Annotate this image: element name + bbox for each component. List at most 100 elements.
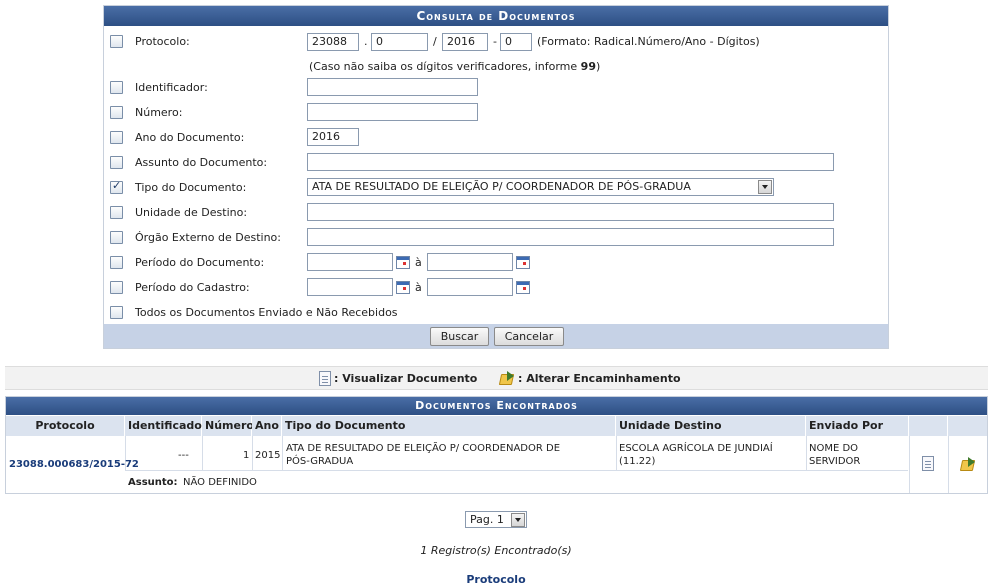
identificador-input[interactable]: [307, 78, 478, 96]
orgao-externo-input[interactable]: [307, 228, 834, 246]
document-icon: [319, 371, 331, 386]
cell-enviado-por: NOME DO SERVIDOR: [809, 443, 861, 467]
page-select[interactable]: Pag. 1: [465, 511, 527, 528]
protocolo-footer-link[interactable]: Protocolo: [0, 573, 992, 586]
identificador-checkbox[interactable]: [110, 81, 123, 94]
row-identificador: Identificador:: [104, 77, 888, 99]
forward-icon[interactable]: [961, 457, 976, 471]
cell-identificador: ---: [178, 450, 189, 461]
periodo-documento-label: Período do Documento:: [135, 256, 265, 269]
col-protocolo: Protocolo: [6, 416, 125, 436]
assunto-label: Assunto:: [128, 477, 178, 488]
tipo-label: Tipo do Documento:: [135, 181, 247, 194]
ano-documento-label: Ano do Documento:: [135, 131, 245, 144]
protocolo-ano-input[interactable]: 2016: [442, 33, 488, 51]
row-periodo-documento: Período do Documento: à: [104, 252, 888, 274]
chevron-down-icon[interactable]: [511, 513, 525, 527]
periodo-cadastro-checkbox[interactable]: [110, 281, 123, 294]
unidade-destino-checkbox[interactable]: [110, 206, 123, 219]
col-tipo: Tipo do Documento: [282, 416, 616, 436]
row-protocolo: Protocolo: 23088 . 0 / 2016 - 0 (Formato…: [104, 32, 888, 54]
col-divider: [282, 436, 283, 470]
record-count: 1 Registro(s) Encontrado(s): [420, 544, 572, 557]
calendar-icon[interactable]: [516, 256, 530, 269]
results-title: Documentos Encontrados: [6, 397, 987, 415]
assunto-checkbox[interactable]: [110, 156, 123, 169]
legend-visualizar: : Visualizar Documento: [334, 372, 478, 385]
chevron-down-icon[interactable]: [758, 180, 772, 194]
row-protocolo-hint: (Caso não saiba os dígitos verificadores…: [104, 57, 888, 79]
col-divider: [616, 436, 617, 470]
calendar-icon[interactable]: [396, 256, 410, 269]
col-numero: Número: [202, 416, 254, 436]
row-unidade-destino: Unidade de Destino:: [104, 202, 888, 224]
col-action-1: [909, 416, 948, 436]
unidade-destino-label: Unidade de Destino:: [135, 206, 248, 219]
orgao-externo-checkbox[interactable]: [110, 231, 123, 244]
cancelar-button[interactable]: Cancelar: [494, 327, 564, 346]
row-divider: [125, 470, 908, 471]
unidade-destino-input[interactable]: [307, 203, 834, 221]
digitos-hint-suffix: ): [595, 60, 601, 73]
numero-label: Número:: [135, 106, 183, 119]
assunto-input[interactable]: [307, 153, 834, 171]
numero-checkbox[interactable]: [110, 106, 123, 119]
document-icon[interactable]: [922, 456, 934, 471]
form-title: Consulta de Documentos: [104, 6, 888, 26]
row-numero: Número:: [104, 102, 888, 124]
forward-icon: [500, 371, 515, 385]
protocolo-label: Protocolo:: [135, 35, 190, 48]
periodo-cadastro-sep: à: [415, 281, 422, 294]
dash-separator: -: [493, 35, 497, 48]
tipo-selected-value: ATA DE RESULTADO DE ELEIÇÃO P/ COORDENAD…: [312, 180, 691, 193]
row-todos: Todos os Documentos Enviado e Não Recebi…: [104, 302, 888, 324]
cell-unidade-destino: ESCOLA AGRÍCOLA DE JUNDIAÍ (11.22): [619, 443, 773, 467]
digitos-hint-value: 99: [580, 60, 596, 73]
protocolo-radical-input[interactable]: 23088: [307, 33, 359, 51]
protocolo-numero-input[interactable]: 0: [371, 33, 428, 51]
row-orgao-externo: Órgão Externo de Destino:: [104, 227, 888, 249]
protocolo-checkbox[interactable]: [110, 35, 123, 48]
todos-checkbox[interactable]: [110, 306, 123, 319]
digitos-hint-prefix: (Caso não saiba os dígitos verificadores…: [309, 60, 581, 73]
legend-bar: : Visualizar Documento : Alterar Encamin…: [5, 366, 988, 390]
orgao-externo-label: Órgão Externo de Destino:: [135, 231, 281, 244]
ano-documento-checkbox[interactable]: [110, 131, 123, 144]
periodo-cadastro-fim-input[interactable]: [427, 278, 513, 296]
col-divider: [909, 436, 910, 493]
periodo-cadastro-label: Período do Cadastro:: [135, 281, 250, 294]
page-select-value: Pag. 1: [470, 513, 504, 526]
calendar-icon[interactable]: [516, 281, 530, 294]
periodo-documento-fim-input[interactable]: [427, 253, 513, 271]
periodo-documento-checkbox[interactable]: [110, 256, 123, 269]
results-table: Documentos Encontrados Protocolo Identif…: [5, 396, 988, 494]
row-ano-documento: Ano do Documento: 2016: [104, 127, 888, 149]
protocolo-format-hint: (Formato: Radical.Número/Ano - Dígitos): [537, 35, 760, 48]
col-unidade-destino: Unidade Destino: [616, 416, 806, 436]
row-tipo: Tipo do Documento: ATA DE RESULTADO DE E…: [104, 177, 888, 199]
legend-alterar: : Alterar Encaminhamento: [518, 372, 681, 385]
cell-numero: 1: [243, 450, 250, 461]
tipo-checkbox[interactable]: [110, 179, 123, 194]
col-action-2: [948, 416, 987, 436]
identificador-label: Identificador:: [135, 81, 208, 94]
calendar-icon[interactable]: [396, 281, 410, 294]
protocolo-link[interactable]: 23088.000683/2015-72: [9, 459, 139, 470]
slash-separator: /: [433, 35, 437, 48]
form-button-bar: Buscar Cancelar: [104, 324, 888, 348]
row-assunto: Assunto do Documento:: [104, 152, 888, 174]
digitos-hint: (Caso não saiba os dígitos verificadores…: [309, 60, 600, 73]
cell-tipo: ATA DE RESULTADO DE ELEIÇÃO P/ COORDENAD…: [286, 443, 561, 467]
numero-input[interactable]: [307, 103, 478, 121]
protocolo-digitos-input[interactable]: 0: [500, 33, 532, 51]
periodo-cadastro-inicio-input[interactable]: [307, 278, 393, 296]
col-divider: [948, 436, 949, 493]
tipo-select[interactable]: ATA DE RESULTADO DE ELEIÇÃO P/ COORDENAD…: [307, 178, 774, 196]
buscar-button[interactable]: Buscar: [430, 327, 489, 346]
cell-ano: 2015: [255, 450, 281, 461]
col-divider: [252, 436, 253, 470]
periodo-documento-inicio-input[interactable]: [307, 253, 393, 271]
col-ano: Ano: [252, 416, 282, 436]
assunto-label: Assunto do Documento:: [135, 156, 268, 169]
ano-documento-input[interactable]: 2016: [307, 128, 359, 146]
